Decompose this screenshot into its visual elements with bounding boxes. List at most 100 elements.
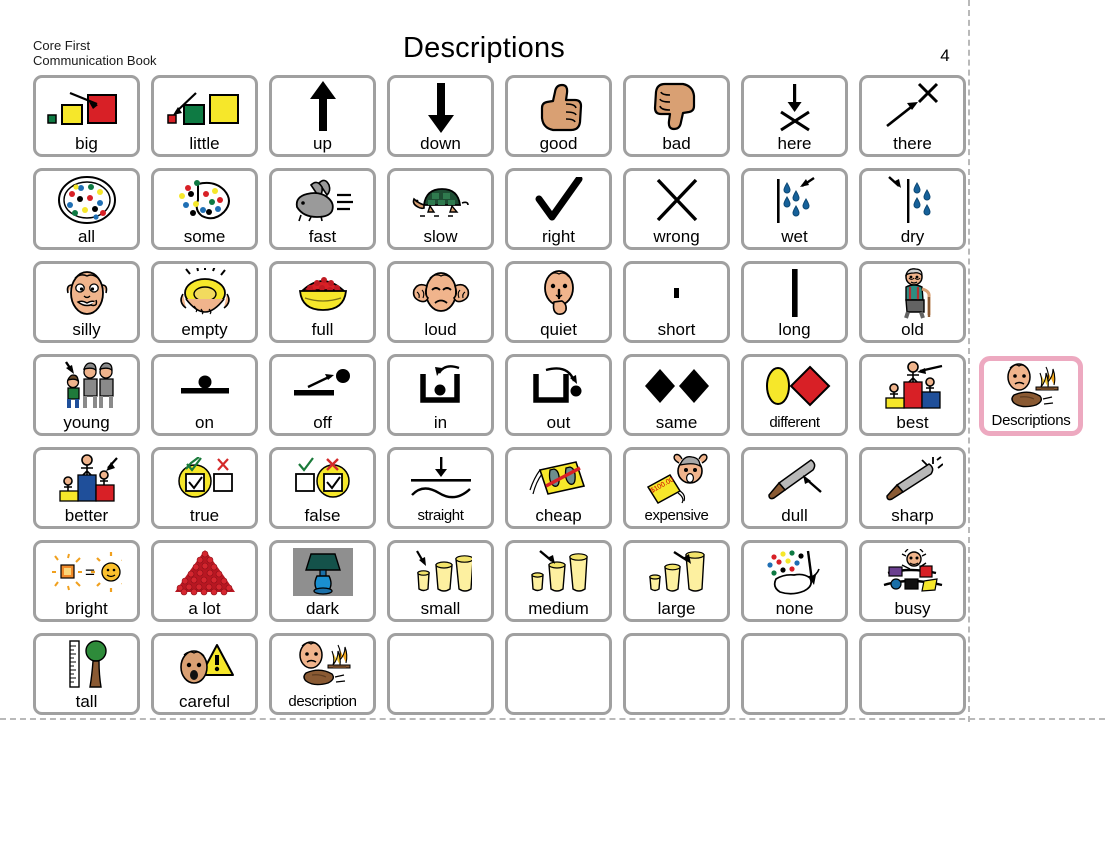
symbol-cell-straight[interactable]: straight [387,447,494,529]
sidebar-tab-descriptions[interactable]: Descriptions [979,356,1083,436]
symbol-cell-off[interactable]: off [269,354,376,436]
symbol-label: young [63,413,110,432]
symbol-cell-fast[interactable]: fast [269,168,376,250]
symbol-cell-wrong[interactable]: wrong [623,168,730,250]
arrow-up-icon [272,78,373,134]
symbol-cell-dark[interactable]: dark [269,540,376,622]
symbol-cell-bright[interactable]: = bright [33,540,140,622]
symbol-cell-some[interactable]: some [151,168,258,250]
symbol-label: slow [423,227,458,246]
symbol-cell-sharp[interactable]: sharp [859,447,966,529]
symbol-cell-different[interactable]: different [741,354,848,436]
symbol-grid: big little up down good bad here there a… [33,75,966,726]
symbol-cell-expensive[interactable]: $100.00 expensive [623,447,730,529]
symbol-cell-all[interactable]: all [33,168,140,250]
false-checkbox-icon [272,450,373,506]
symbol-cell-true[interactable]: true [151,447,258,529]
symbol-cell-right[interactable]: right [505,168,612,250]
turtle-icon [390,171,491,227]
symbol-cell-bad[interactable]: bad [623,75,730,157]
symbol-cell-short[interactable]: short [623,261,730,343]
symbol-cell-small[interactable]: small [387,540,494,622]
symbol-label: wrong [653,227,700,246]
symbol-cell-good[interactable]: good [505,75,612,157]
symbol-cell-none[interactable]: none [741,540,848,622]
page-title: Descriptions [403,32,565,64]
symbol-label: up [313,134,332,153]
symbol-cell-description[interactable]: description [269,633,376,715]
symbol-label: there [893,134,932,153]
covering-ears-icon [390,264,491,320]
symbol-cell-dry[interactable]: dry [859,168,966,250]
medium-cup-icon [508,543,609,599]
sidebar-tab-label: Descriptions [991,412,1071,429]
symbol-label: empty [181,320,228,339]
symbol-cell-false[interactable]: false [269,447,376,529]
warning-face-icon [154,636,255,692]
symbol-cell-tall[interactable]: tall [33,633,140,715]
symbol-label: bright [65,599,108,618]
symbol-cell-best[interactable]: best [859,354,966,436]
symbol-cell-same[interactable]: same [623,354,730,436]
symbol-cell-silly[interactable]: silly [33,261,140,343]
symbol-label: in [433,413,448,432]
ball-on-line-icon [154,357,255,413]
symbol-cell-empty[interactable] [623,633,730,715]
symbol-cell-loud[interactable]: loud [387,261,494,343]
symbol-label: busy [894,599,931,618]
page-boundary-guide-right [968,0,970,722]
empty-bowl-icon [154,264,255,320]
symbol-cell-better[interactable]: better [33,447,140,529]
long-bar-icon [744,264,845,320]
symbol-cell-here[interactable]: here [741,75,848,157]
symbol-label: off [313,413,332,432]
symbol-cell-up[interactable]: up [269,75,376,157]
symbol-cell-empty[interactable] [505,633,612,715]
symbol-cell-large[interactable]: large [623,540,730,622]
symbol-label: small [420,599,461,618]
symbol-cell-careful[interactable]: careful [151,633,258,715]
symbol-cell-empty[interactable] [741,633,848,715]
symbol-label: bad [662,134,691,153]
symbol-cell-empty[interactable] [387,633,494,715]
true-checkbox-icon [154,450,255,506]
symbol-label: out [546,413,571,432]
old-man-cane-icon [862,264,963,320]
symbol-label: true [189,506,220,525]
symbol-cell-empty[interactable] [859,633,966,715]
symbol-cell-cheap[interactable]: cheap [505,447,612,529]
expensive-price-tag-icon: $100.00 [626,450,727,506]
arrow-toward-x-icon [862,78,963,134]
symbol-cell-there[interactable]: there [859,75,966,157]
symbol-label: on [195,413,214,432]
symbol-cell-in[interactable]: in [387,354,494,436]
symbol-label: better [64,506,109,525]
symbol-cell-long[interactable]: long [741,261,848,343]
symbol-cell-wet[interactable]: wet [741,168,848,250]
lamp-dark-icon [272,543,373,599]
symbol-cell-old[interactable]: old [859,261,966,343]
symbol-cell-a-lot[interactable]: a lot [151,540,258,622]
symbol-cell-down[interactable]: down [387,75,494,157]
symbol-cell-busy[interactable]: busy [859,540,966,622]
symbol-cell-dull[interactable]: dull [741,447,848,529]
symbol-label: full [311,320,334,339]
symbol-label: none [775,599,814,618]
symbol-cell-big[interactable]: big [33,75,140,157]
symbol-cell-on[interactable]: on [151,354,258,436]
full-bowl-icon [272,264,373,320]
symbol-label: medium [528,599,589,618]
symbol-cell-little[interactable]: little [151,75,258,157]
symbol-cell-empty[interactable]: empty [151,261,258,343]
symbol-cell-out[interactable]: out [505,354,612,436]
symbol-cell-slow[interactable]: slow [387,168,494,250]
symbol-label: big [75,134,98,153]
symbol-cell-young[interactable]: young [33,354,140,436]
cheap-price-tag-icon [508,450,609,506]
symbol-cell-quiet[interactable]: quiet [505,261,612,343]
arrow-to-x-icon [744,78,845,134]
symbol-cell-full[interactable]: full [269,261,376,343]
arrow-down-icon [390,78,491,134]
symbol-cell-medium[interactable]: medium [505,540,612,622]
busy-juggler-icon [862,543,963,599]
